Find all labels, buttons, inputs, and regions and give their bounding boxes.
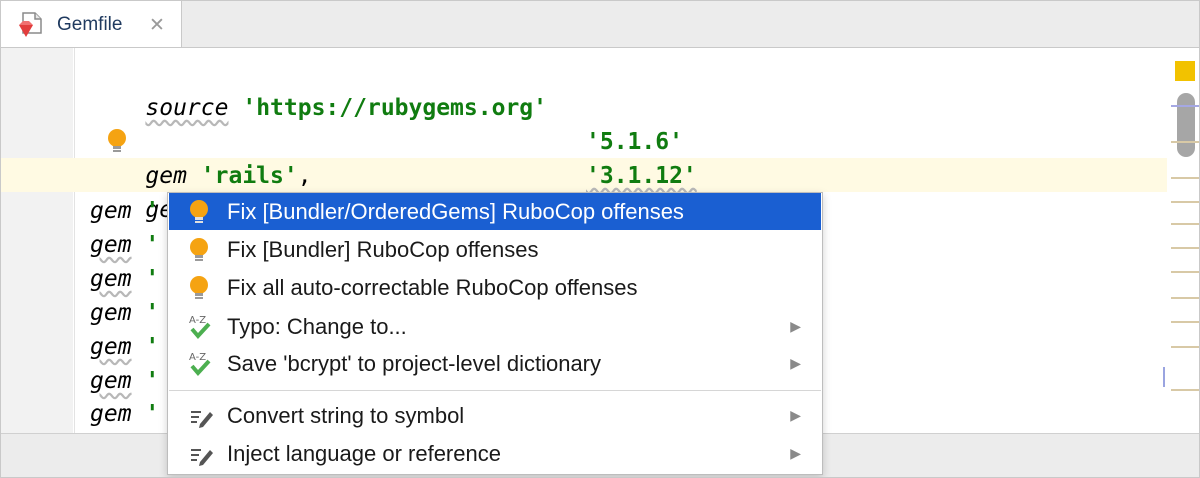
string-literal: ' bbox=[145, 232, 160, 258]
keyword: gem bbox=[90, 198, 132, 224]
version-string: '5.1.6' bbox=[586, 129, 683, 155]
menu-item-fix-all[interactable]: Fix all auto-correctable RuboCop offense… bbox=[169, 269, 821, 306]
bulb-icon bbox=[190, 238, 208, 261]
string-literal: ' bbox=[145, 198, 160, 224]
string-literal: ' bbox=[145, 334, 160, 360]
menu-item-save-to-dictionary[interactable]: A-Z Save 'bcrypt' to project-level dicti… bbox=[169, 345, 821, 382]
marker-tick[interactable] bbox=[1171, 201, 1199, 203]
marker-tick[interactable] bbox=[1171, 321, 1199, 323]
intention-actions-popup: Fix [Bundler/OrderedGems] RuboCop offens… bbox=[167, 192, 823, 475]
spellcheck-icon: A-Z bbox=[189, 315, 211, 340]
keyword: gem bbox=[90, 334, 132, 360]
keyword: gem bbox=[90, 232, 132, 258]
marker-tick[interactable] bbox=[1171, 177, 1199, 179]
code-line-partial: gem ' bbox=[90, 364, 159, 398]
submenu-arrow-icon: ▶ bbox=[790, 355, 801, 371]
marker-tick[interactable] bbox=[1171, 141, 1199, 143]
keyword: gem bbox=[90, 368, 132, 394]
marker-tick[interactable] bbox=[1171, 389, 1199, 391]
bulb-icon bbox=[190, 200, 208, 223]
code-line-partial: gem ' bbox=[90, 228, 159, 262]
ruby-gemfile-icon bbox=[19, 12, 42, 37]
marker-tick[interactable] bbox=[1171, 247, 1199, 249]
code-line-partial: gem ' bbox=[90, 194, 159, 228]
bulb-icon bbox=[190, 276, 208, 299]
marker-tick[interactable] bbox=[1171, 105, 1199, 107]
version-string: '3.1.12' bbox=[586, 163, 697, 189]
code-line-rails: gem 'rails', '5.1.6' bbox=[90, 125, 790, 189]
keyword: gem bbox=[90, 266, 132, 292]
marker-tick[interactable] bbox=[1171, 223, 1199, 225]
tab-title: Gemfile bbox=[57, 14, 123, 35]
string-literal: ' bbox=[145, 266, 160, 292]
string-literal: ' bbox=[145, 401, 160, 427]
code-line-source: source 'https://rubygems.org' bbox=[90, 57, 547, 121]
menu-item-label: Fix all auto-correctable RuboCop offense… bbox=[227, 275, 638, 300]
marker-tick bbox=[1163, 367, 1165, 387]
code-line-partial: gem ' bbox=[90, 296, 159, 330]
marker-tick[interactable] bbox=[1171, 297, 1199, 299]
lightbulb-icon[interactable] bbox=[106, 128, 128, 154]
svg-text:A-Z: A-Z bbox=[189, 352, 206, 363]
submenu-arrow-icon: ▶ bbox=[790, 318, 801, 334]
menu-item-label: Inject language or reference bbox=[227, 441, 501, 466]
submenu-arrow-icon: ▶ bbox=[790, 407, 801, 423]
code-line-partial: gem ' bbox=[90, 397, 159, 431]
menu-separator bbox=[169, 390, 821, 391]
tab-bar: Gemfile ✕ bbox=[1, 1, 1199, 48]
menu-item-label: Fix [Bundler/OrderedGems] RuboCop offens… bbox=[227, 199, 684, 224]
menu-item-label: Convert string to symbol bbox=[227, 403, 465, 428]
menu-item-label: Typo: Change to... bbox=[227, 314, 407, 339]
editor-window: Gemfile ✕ source 'https://rubygems.org' … bbox=[0, 0, 1200, 478]
submenu-arrow-icon: ▶ bbox=[790, 445, 801, 461]
close-icon[interactable]: ✕ bbox=[149, 14, 165, 37]
code-line-partial: gem ' bbox=[90, 262, 159, 296]
svg-text:A-Z: A-Z bbox=[189, 315, 206, 326]
intention-edit-icon bbox=[191, 411, 213, 428]
spellcheck-icon: A-Z bbox=[189, 352, 211, 377]
vertical-scrollbar[interactable] bbox=[1177, 93, 1195, 157]
menu-item-label: Save 'bcrypt' to project-level dictionar… bbox=[227, 351, 602, 376]
menu-item-convert-to-symbol[interactable]: Convert string to symbol ▶ bbox=[169, 397, 821, 434]
menu-item-fix-ordered-gems[interactable]: Fix [Bundler/OrderedGems] RuboCop offens… bbox=[169, 193, 821, 230]
string-literal: ' bbox=[145, 368, 160, 394]
warning-status-icon[interactable] bbox=[1175, 61, 1195, 81]
marker-tick[interactable] bbox=[1171, 271, 1199, 273]
menu-item-fix-bundler[interactable]: Fix [Bundler] RuboCop offenses bbox=[169, 231, 821, 268]
string-literal: 'https://rubygems.org' bbox=[242, 95, 547, 121]
intention-edit-icon bbox=[191, 449, 213, 466]
tab-gemfile[interactable]: Gemfile ✕ bbox=[1, 1, 182, 47]
keyword: source bbox=[145, 95, 229, 121]
menu-item-inject-language[interactable]: Inject language or reference ▶ bbox=[169, 435, 821, 472]
string-literal: ' bbox=[145, 300, 160, 326]
menu-item-label: Fix [Bundler] RuboCop offenses bbox=[227, 237, 539, 262]
keyword: gem bbox=[90, 300, 132, 326]
keyword: gem bbox=[90, 401, 132, 427]
menu-item-typo-change[interactable]: A-Z Typo: Change to... ▶ bbox=[169, 308, 821, 345]
line-gutter bbox=[1, 48, 73, 433]
code-line-bcrypt: gem 'bcrypt','3.1.12' bbox=[90, 159, 790, 223]
code-line-partial: gem ' bbox=[90, 330, 159, 364]
marker-tick[interactable] bbox=[1171, 346, 1199, 348]
